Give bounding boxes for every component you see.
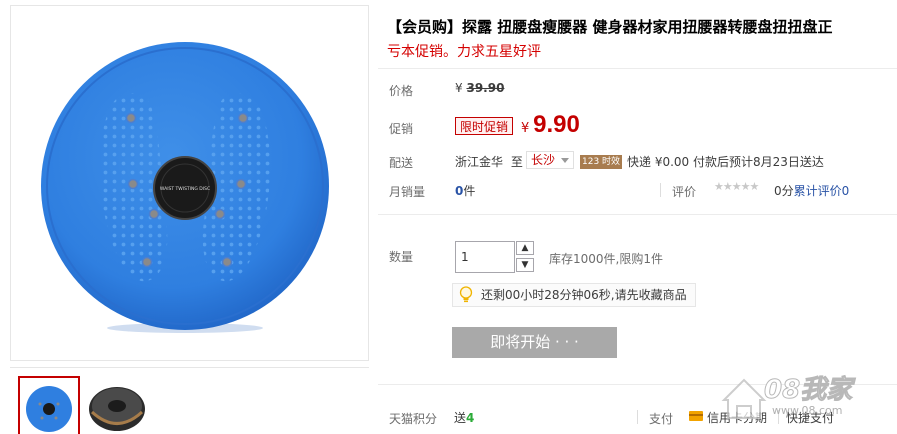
main-product-image[interactable]: WAIST TWISTING DISC — [10, 5, 369, 361]
review-score: 0分 — [774, 184, 794, 198]
tmall-points-label: 天猫积分 — [389, 412, 438, 426]
review-count-link[interactable]: 累计评价0 — [794, 184, 850, 198]
review-label: 评价 — [672, 185, 697, 199]
ship-from: 浙江金华 至 — [455, 153, 523, 170]
destination-value: 长沙 — [531, 153, 556, 167]
sales-unit: 件 — [463, 184, 476, 198]
quantity-input[interactable]: 1 — [455, 241, 515, 273]
price-label: 价格 — [389, 84, 414, 98]
quantity-label: 数量 — [389, 250, 414, 264]
rating-stars: ★★★★★ — [714, 180, 759, 193]
quantity-decrease-button[interactable]: ▼ — [516, 258, 534, 272]
product-title: 【会员购】探露 扭腰盘瘦腰器 健身器材家用扭腰器转腰盘扭扭盘正 — [387, 18, 833, 36]
stock-info: 库存1000件,限购1件 — [549, 252, 663, 266]
blue-disc-thumb-icon — [26, 386, 72, 432]
separator — [660, 183, 661, 197]
delivery-label: 配送 — [389, 156, 414, 170]
product-subtitle: 亏本促销。力求五星好评 — [387, 44, 541, 60]
promo-price: ¥ 9.90 — [521, 111, 580, 139]
points-amount: 4 — [466, 411, 475, 425]
currency-symbol: ¥ — [455, 81, 463, 95]
thumbnail-black-disc[interactable] — [86, 376, 148, 434]
divider — [378, 68, 897, 69]
countdown-tip: 还剩00小时28分钟06秒,请先收藏商品 — [452, 283, 696, 307]
divider — [378, 214, 897, 215]
ship-from-city: 浙江金华 — [455, 155, 504, 169]
disc-label: WAIST TWISTING DISC — [160, 186, 210, 192]
watermark-url: www.08.com — [772, 404, 843, 417]
separator — [637, 410, 638, 424]
shipping-info: 快递 ¥0.00 付款后预计8月23日送达 — [627, 155, 824, 169]
promo-label: 促销 — [389, 122, 414, 136]
thumbnail-blue-disc[interactable] — [18, 376, 80, 434]
buy-now-button-disabled[interactable]: 即将开始 · · · — [452, 327, 617, 358]
original-price: ¥ 39.90 — [455, 81, 504, 95]
quantity-increase-button[interactable]: ▲ — [516, 241, 534, 255]
ship-to-word: 至 — [510, 155, 523, 169]
thumbnail-strip — [10, 367, 369, 434]
tmall-points-value: 送4 — [454, 409, 474, 426]
review-summary: 0分累计评价0 — [774, 182, 849, 199]
black-disc-thumb-icon — [89, 387, 145, 431]
lightbulb-icon — [459, 286, 473, 303]
twist-disc-image: WAIST TWISTING DISC — [41, 42, 329, 333]
original-price-value: 39.90 — [466, 81, 505, 95]
monthly-sales-value: 0件 — [455, 182, 475, 199]
points-prefix: 送 — [454, 411, 467, 425]
delivery-time-badge: 123 时效 — [580, 155, 623, 169]
monthly-sales-label: 月销量 — [389, 185, 426, 199]
chevron-down-icon — [561, 158, 570, 163]
credit-card-icon — [689, 411, 703, 421]
promo-currency: ¥ — [521, 121, 530, 136]
watermark-brand: 08我家 — [763, 375, 853, 406]
countdown-text: 还剩00小时28分钟06秒,请先收藏商品 — [481, 288, 687, 302]
promo-tag: 限时促销 — [455, 117, 514, 135]
promo-price-value: 9.90 — [533, 111, 580, 138]
destination-select[interactable]: 长沙 — [526, 151, 575, 169]
payment-label: 支付 — [649, 412, 674, 426]
product-gallery: WAIST TWISTING DISC — [10, 5, 369, 434]
